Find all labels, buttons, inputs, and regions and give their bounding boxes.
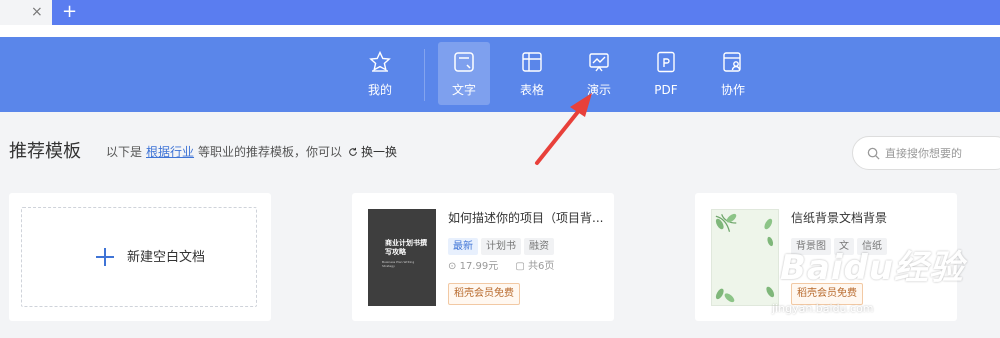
- nav-item-collaborate[interactable]: 协作: [707, 42, 759, 105]
- refresh-icon: [349, 147, 357, 156]
- hint-prefix: 以下是: [106, 145, 143, 159]
- nav-item-spreadsheet[interactable]: 表格: [506, 42, 558, 105]
- watermark-url: jingyan.baidu.com: [772, 302, 874, 315]
- new-document-label: 新建空白文档: [127, 250, 206, 265]
- nav-label-pdf: PDF: [654, 83, 678, 97]
- nav-label-writer: 文字: [451, 83, 476, 97]
- industry-link[interactable]: 根据行业: [146, 145, 194, 159]
- refresh-label: 换一换: [361, 145, 398, 159]
- category-header: 我的 文字 表格 演示 PDF 协作: [0, 37, 1000, 112]
- nav-divider: [424, 49, 425, 101]
- hint-suffix: 等职业的推荐模板，你可以: [198, 145, 343, 159]
- close-icon[interactable]: ×: [31, 4, 43, 20]
- template-tags: 最新 计划书 融资: [448, 234, 557, 255]
- table-icon: [522, 52, 542, 72]
- thumbnail-subtitle: Business Plan Writing Strategy: [382, 260, 415, 268]
- search-input[interactable]: [885, 145, 1000, 161]
- browser-tab-bar: × +: [0, 0, 1000, 25]
- tag[interactable]: 计划书: [481, 238, 521, 255]
- watermark-text: Baidu经验: [780, 248, 965, 288]
- nav-label-mine: 我的: [367, 83, 392, 97]
- refresh-button[interactable]: 换一换: [348, 145, 397, 159]
- presentation-icon: [589, 53, 609, 72]
- thumbnail-title: 商业计划书撰写攻略: [385, 239, 427, 256]
- plus-icon: [96, 248, 114, 266]
- template-meta: ⊙ 17.99元 ▢ 共6页: [448, 261, 554, 273]
- document-tab[interactable]: ×: [0, 0, 52, 25]
- nav-item-writer[interactable]: 文字: [438, 42, 490, 105]
- nav-label-presentation: 演示: [586, 83, 611, 97]
- template-title[interactable]: 如何描述你的项目（项目背...: [448, 211, 603, 225]
- recommendation-hint: 以下是 根据行业 等职业的推荐模板，你可以 换一换: [106, 145, 397, 159]
- nav-label-spreadsheet: 表格: [519, 83, 544, 97]
- document-icon: [454, 52, 474, 72]
- toolbar-strip: [0, 25, 1000, 37]
- page-title: 推荐模板: [9, 141, 81, 162]
- nav-item-mine[interactable]: 我的: [354, 42, 406, 105]
- star-icon: [369, 50, 391, 72]
- tag-new: 最新: [448, 238, 478, 255]
- nav-label-collaborate: 协作: [720, 83, 745, 97]
- nav-item-pdf[interactable]: PDF: [640, 42, 692, 105]
- new-document-dropzone[interactable]: 新建空白文档: [21, 207, 257, 307]
- tag[interactable]: 融资: [524, 238, 554, 255]
- baidu-watermark: Baidu经验 jingyan.baidu.com: [762, 248, 998, 328]
- member-free-badge: 稻壳会员免费: [448, 283, 520, 305]
- price-icon: ⊙: [448, 261, 457, 272]
- nav-item-presentation[interactable]: 演示: [573, 42, 625, 105]
- template-pages: 共6页: [528, 261, 555, 272]
- template-price: 17.99元: [459, 261, 499, 272]
- template-search[interactable]: [852, 136, 1000, 170]
- template-thumbnail[interactable]: 商业计划书撰写攻略 Business Plan Writing Strategy: [368, 209, 436, 306]
- template-title[interactable]: 信纸背景文档背景: [791, 211, 887, 225]
- search-icon: [867, 147, 880, 160]
- template-card[interactable]: 商业计划书撰写攻略 Business Plan Writing Strategy…: [352, 193, 614, 321]
- add-tab-icon[interactable]: +: [62, 2, 77, 22]
- new-blank-document-card[interactable]: 新建空白文档: [9, 193, 271, 321]
- pages-icon: ▢: [515, 261, 525, 272]
- pdf-icon: [657, 51, 675, 73]
- collaborate-icon: [723, 52, 741, 72]
